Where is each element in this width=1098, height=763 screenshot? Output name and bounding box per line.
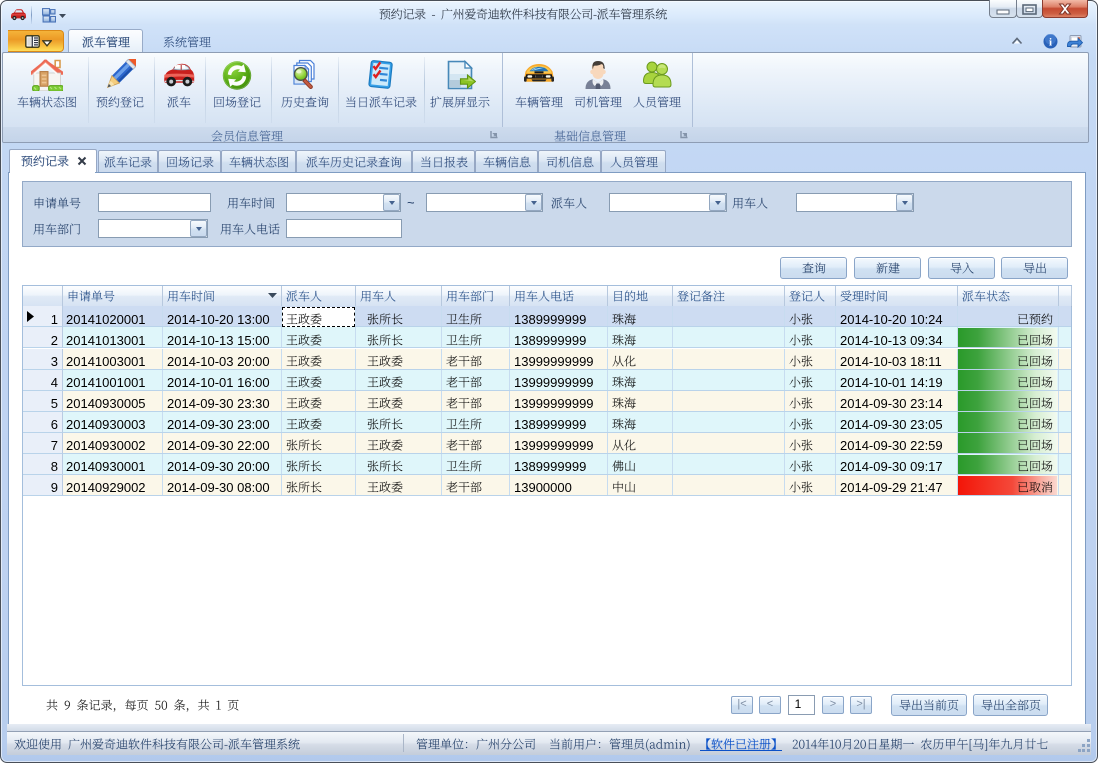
svg-text:i: i <box>1049 37 1052 49</box>
